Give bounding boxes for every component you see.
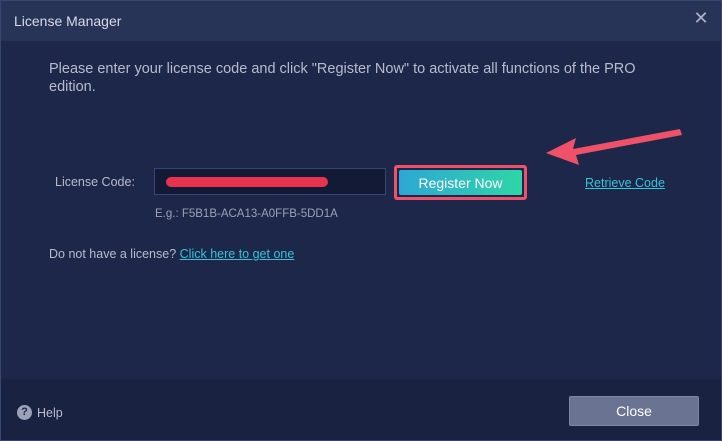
no-license-row: Do not have a license? Click here to get… [49, 247, 294, 261]
help-label: Help [37, 405, 63, 420]
arrow-pointer-icon [546, 129, 682, 165]
title-bar: License Manager ✕ [1, 1, 721, 41]
retrieve-code-link[interactable]: Retrieve Code [585, 176, 665, 190]
help-icon: ? [17, 405, 32, 420]
get-license-link[interactable]: Click here to get one [180, 247, 295, 261]
license-code-label: License Code: [55, 175, 135, 189]
close-button[interactable]: Close [569, 396, 699, 426]
window-title: License Manager [14, 13, 122, 29]
no-license-text: Do not have a license? [49, 247, 177, 261]
example-code-text: E.g.: F5B1B-ACA13-A0FFB-5DD1A [155, 208, 338, 220]
redaction-mark [166, 177, 328, 187]
help-button[interactable]: ? Help [17, 405, 63, 420]
close-icon[interactable]: ✕ [693, 9, 709, 27]
instruction-text: Please enter your license code and click… [49, 61, 636, 95]
register-now-button[interactable]: Register Now [399, 170, 522, 195]
